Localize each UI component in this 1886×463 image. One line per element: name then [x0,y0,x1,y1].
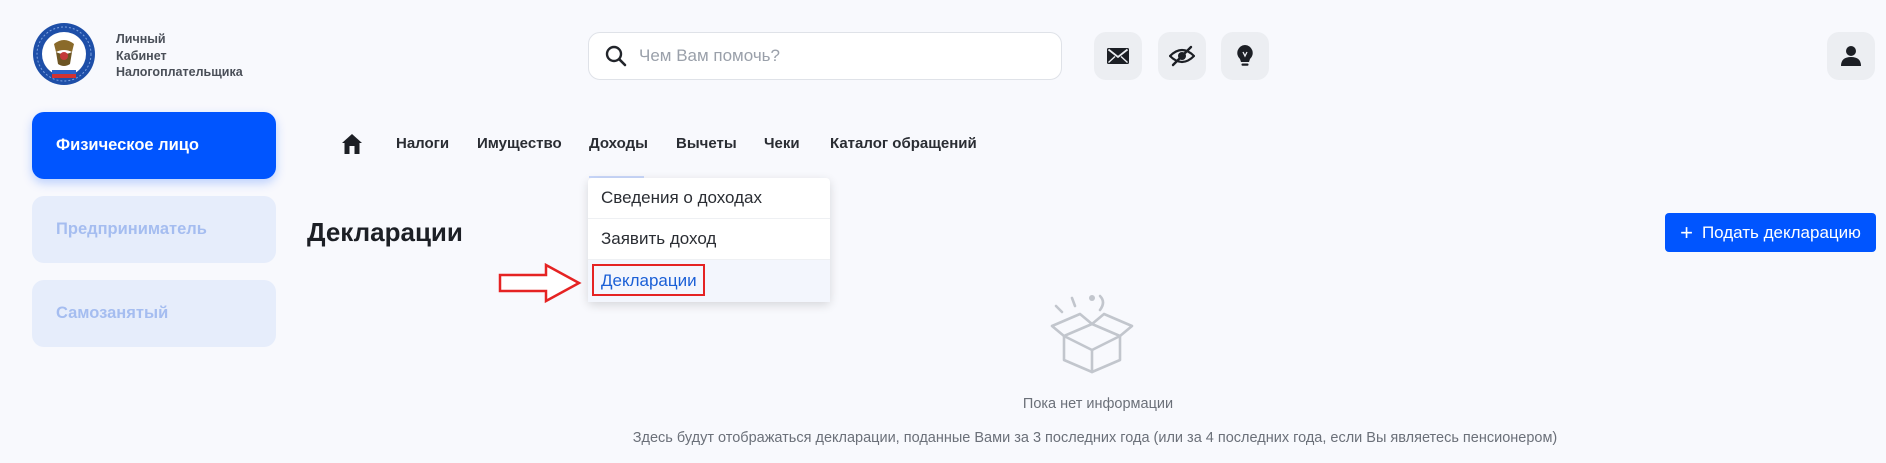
brand-line-1: Личный [116,32,166,46]
brand-title: Личный Кабинет Налогоплательщика [116,31,243,81]
nav-receipts[interactable]: Чеки [764,135,800,152]
visually-impaired-button[interactable] [1158,32,1206,80]
profile-button[interactable] [1827,32,1875,80]
empty-state-hint: Здесь будут отображаться декларации, под… [632,430,1558,446]
sidebar-item-individual[interactable]: Физическое лицо [32,112,276,179]
sidebar-item-self-employed[interactable]: Самозанятый [32,280,276,347]
home-icon [342,134,362,154]
envelope-icon [1107,48,1129,64]
submit-declaration-label: Подать декларацию [1701,222,1861,242]
sidebar-item-label: Предприниматель [56,220,207,238]
eye-off-icon [1169,45,1195,67]
empty-box-icon [1050,294,1134,374]
nav-requests-catalog[interactable]: Каталог обращений [830,135,977,152]
sidebar-item-label: Самозанятый [56,304,169,322]
search-icon [605,45,627,67]
annotation-highlight-box [592,264,705,296]
mail-button[interactable] [1094,32,1142,80]
plus-icon: + [1680,219,1693,245]
brand-line-3: Налогоплательщика [116,65,243,79]
search-input[interactable] [639,46,1061,66]
lightbulb-icon [1237,45,1253,66]
brand-line-2: Кабинет [116,48,167,63]
nav-income[interactable]: Доходы [589,135,648,152]
annotation-arrow-icon [498,262,582,304]
empty-state-title: Пока нет информации [1022,396,1174,412]
menu-item-income-info[interactable]: Сведения о доходах [588,178,830,219]
nav-taxes[interactable]: Налоги [396,135,449,152]
nav-property[interactable]: Имущество [477,135,562,152]
page-title: Декларации [307,217,463,247]
nav-deductions[interactable]: Вычеты [676,135,737,152]
nav-home[interactable] [340,132,364,156]
menu-item-declare-income[interactable]: Заявить доход [588,219,830,260]
sidebar-item-entrepreneur[interactable]: Предприниматель [32,196,276,263]
sidebar-item-label: Физическое лицо [56,136,200,154]
fns-emblem-icon [33,23,95,85]
search-box[interactable] [588,32,1062,80]
user-icon [1841,46,1861,66]
tips-button[interactable] [1221,32,1269,80]
fns-logo[interactable] [32,22,96,86]
submit-declaration-button[interactable]: + Подать декларацию [1665,213,1876,252]
